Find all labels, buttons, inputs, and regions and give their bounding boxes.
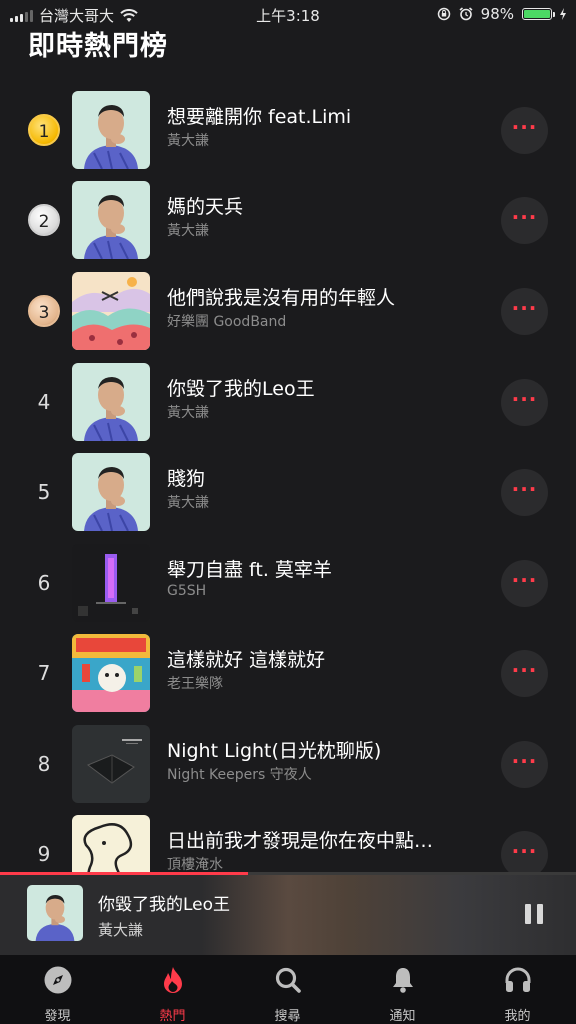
search-icon: [275, 967, 301, 993]
chart-list[interactable]: 1 想要離開你 feat.Limi 黃大謙 ··· 2 媽的天兵 黃大謙 ···…: [0, 86, 576, 872]
list-item[interactable]: 7 這樣就好 這樣就好 老王樂隊 ···: [0, 629, 576, 717]
compass-icon: [44, 966, 72, 994]
rank-number: 4: [37, 390, 51, 414]
song-title: 媽的天兵: [167, 196, 244, 218]
battery-percent: 98%: [480, 5, 514, 23]
portrait-cover-image: [72, 363, 150, 441]
now-playing-artist: 黃大謙: [98, 921, 144, 939]
now-playing-cover: [27, 885, 83, 941]
more-options-button[interactable]: ···: [501, 560, 548, 607]
status-right: 98%: [437, 5, 566, 23]
list-item[interactable]: 5 賤狗 黃大謙 ···: [0, 448, 576, 536]
pause-icon: [525, 904, 531, 924]
portrait-cover-image: [27, 885, 83, 941]
artist-name: 黃大謙: [167, 495, 209, 511]
headphones-icon: [505, 967, 531, 992]
silver-medal-icon: 2: [28, 204, 60, 236]
illustrated-cover-image: [72, 272, 150, 350]
pause-button[interactable]: [524, 904, 544, 924]
rank-number: 7: [37, 661, 51, 685]
tab-hot[interactable]: 熱門: [115, 955, 230, 1024]
album-cover: [72, 91, 150, 169]
rotation-lock-icon: [437, 7, 450, 21]
portrait-cover-image: [72, 91, 150, 169]
bronze-medal-icon: 3: [28, 295, 60, 327]
artist-name: 好樂團 GoodBand: [167, 314, 287, 330]
tab-label: 搜尋: [274, 1009, 301, 1024]
tab-discover[interactable]: 發現: [0, 955, 115, 1024]
album-cover: [72, 363, 150, 441]
battery-icon: [522, 8, 555, 20]
rank-number: 9: [37, 842, 51, 866]
more-options-button[interactable]: ···: [501, 831, 548, 872]
tab-search[interactable]: 搜尋: [230, 955, 345, 1024]
artist-name: 黃大謙: [167, 133, 209, 149]
song-title: 這樣就好 這樣就好: [167, 649, 326, 671]
album-cover: [72, 453, 150, 531]
album-cover: [72, 725, 150, 803]
tab-label: 熱門: [159, 1009, 186, 1024]
portrait-cover-image: [72, 453, 150, 531]
rank-number: 5: [37, 480, 51, 504]
artist-name: G5SH: [167, 583, 207, 599]
alarm-icon: [459, 7, 473, 21]
flame-icon: [164, 967, 182, 993]
list-item[interactable]: 1 想要離開你 feat.Limi 黃大謙 ···: [0, 86, 576, 174]
mini-player[interactable]: 你毀了我的Leo王 黃大謙: [0, 875, 576, 955]
more-options-button[interactable]: ···: [501, 197, 548, 244]
now-playing-title: 你毀了我的Leo王: [98, 895, 231, 915]
gold-medal-icon: 1: [28, 114, 60, 146]
song-title: 他們說我是沒有用的年輕人: [167, 287, 396, 309]
album-cover: [72, 634, 150, 712]
album-cover: [72, 815, 150, 872]
portrait-cover-image: [72, 181, 150, 259]
more-options-button[interactable]: ···: [501, 288, 548, 335]
artist-name: 黃大謙: [167, 223, 209, 239]
song-title: 賤狗: [167, 468, 206, 490]
album-cover: [72, 181, 150, 259]
tab-bar: 發現 熱門 搜尋 通知 我的: [0, 955, 576, 1024]
album-cover: [72, 544, 150, 622]
artist-name: 老王樂隊: [167, 676, 223, 692]
song-title: Night Light(日光枕聊版): [167, 740, 382, 762]
song-title: 想要離開你 feat.Limi: [167, 106, 352, 128]
rank-number: 6: [37, 571, 51, 595]
tab-label: 通知: [389, 1009, 416, 1024]
more-options-button[interactable]: ···: [501, 650, 548, 697]
song-title: 日出前我才發現是你在夜中點…: [167, 830, 434, 852]
more-options-button[interactable]: ···: [501, 379, 548, 426]
tab-label: 發現: [44, 1009, 71, 1024]
artist-name: Night Keepers 守夜人: [167, 767, 312, 783]
colorful-cover-image: [72, 634, 150, 712]
bell-icon: [393, 968, 413, 993]
charging-icon: [560, 8, 566, 20]
album-cover: [72, 272, 150, 350]
list-item[interactable]: 8 Night Light(日光枕聊版) Night Keepers 守夜人 ·…: [0, 720, 576, 808]
list-item[interactable]: 2 媽的天兵 黃大謙 ···: [0, 176, 576, 264]
list-item[interactable]: 6 舉刀自盡 ft. 莫宰羊 G5SH ···: [0, 539, 576, 627]
list-item[interactable]: 9 日出前我才發現是你在夜中點… 頂樓淹水 ···: [0, 810, 576, 872]
abstract-cover-image: [72, 544, 150, 622]
rank-number: 8: [37, 752, 51, 776]
more-options-button[interactable]: ···: [501, 741, 548, 788]
more-options-button[interactable]: ···: [501, 469, 548, 516]
list-item[interactable]: 4 你毀了我的Leo王 黃大謙 ···: [0, 358, 576, 446]
page-title: 即時熱門榜: [28, 31, 168, 62]
list-item[interactable]: 3 他們說我是沒有用的年輕人 好樂團 GoodBand ···: [0, 267, 576, 355]
artist-name: 頂樓淹水: [167, 857, 223, 872]
artist-name: 黃大謙: [167, 405, 209, 421]
tab-label: 我的: [504, 1009, 531, 1024]
sketch-cover-image: [72, 815, 150, 872]
song-title: 你毀了我的Leo王: [167, 378, 315, 400]
song-title: 舉刀自盡 ft. 莫宰羊: [167, 559, 332, 581]
dark-cover-image: [72, 725, 150, 803]
tab-notifications[interactable]: 通知: [345, 955, 460, 1024]
tab-my[interactable]: 我的: [460, 955, 575, 1024]
more-options-button[interactable]: ···: [501, 107, 548, 154]
